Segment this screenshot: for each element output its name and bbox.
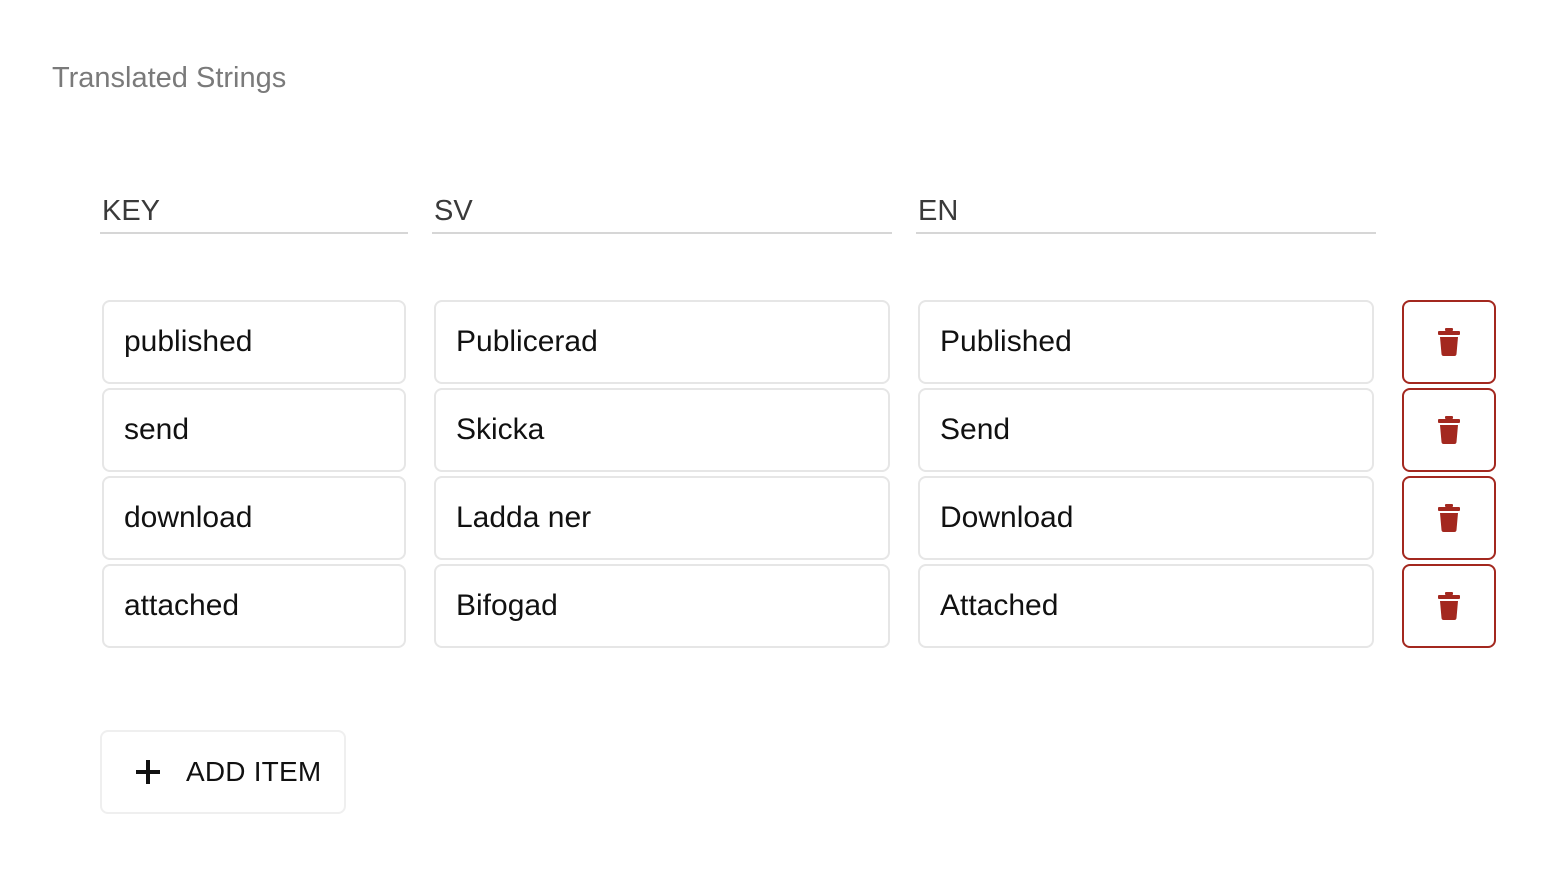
section-title: Translated Strings bbox=[52, 62, 287, 94]
en-field[interactable]: Attached bbox=[918, 564, 1374, 648]
add-item-label: ADD ITEM bbox=[186, 756, 322, 787]
sv-field[interactable]: Ladda ner bbox=[434, 476, 890, 560]
key-field[interactable]: download bbox=[102, 476, 406, 560]
column-header-en: EN bbox=[916, 190, 1376, 234]
sv-field[interactable]: Publicerad bbox=[434, 300, 890, 384]
key-field[interactable]: published bbox=[102, 300, 406, 384]
en-field[interactable]: Download bbox=[918, 476, 1374, 560]
add-item-button[interactable]: ADD ITEM bbox=[100, 730, 346, 814]
column-header-key: KEY bbox=[100, 190, 408, 234]
en-field[interactable]: Published bbox=[918, 300, 1374, 384]
sv-field[interactable]: Skicka bbox=[434, 388, 890, 472]
delete-row-button[interactable] bbox=[1402, 388, 1496, 472]
plus-icon bbox=[136, 760, 160, 784]
delete-row-button[interactable] bbox=[1402, 300, 1496, 384]
trash-icon bbox=[1438, 592, 1460, 620]
key-field[interactable]: attached bbox=[102, 564, 406, 648]
en-field[interactable]: Send bbox=[918, 388, 1374, 472]
trash-icon bbox=[1438, 328, 1460, 356]
column-header-sv: SV bbox=[432, 190, 892, 234]
delete-row-button[interactable] bbox=[1402, 476, 1496, 560]
sv-field[interactable]: Bifogad bbox=[434, 564, 890, 648]
trash-icon bbox=[1438, 504, 1460, 532]
trash-icon bbox=[1438, 416, 1460, 444]
delete-row-button[interactable] bbox=[1402, 564, 1496, 648]
key-field[interactable]: send bbox=[102, 388, 406, 472]
